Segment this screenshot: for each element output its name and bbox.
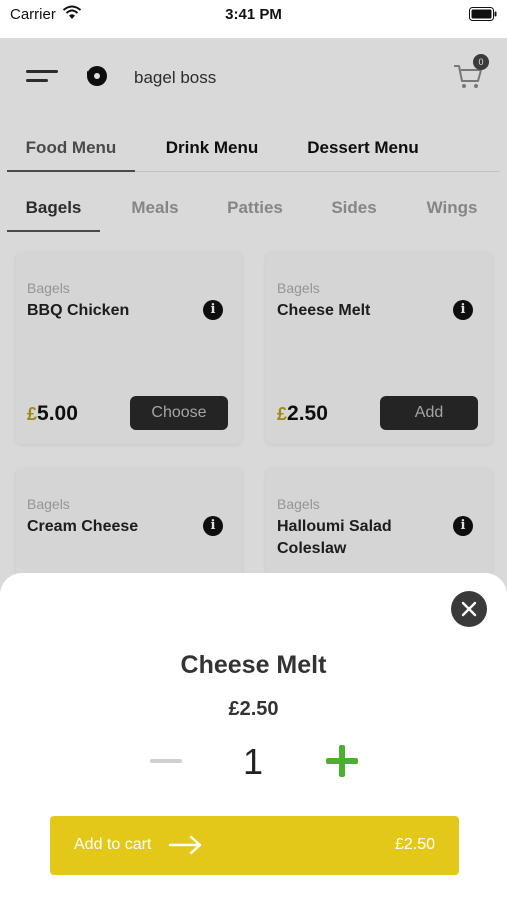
quantity-value: 1 xyxy=(242,741,264,782)
arrow-right-icon xyxy=(168,834,204,861)
sheet-item-title: Cheese Melt xyxy=(180,651,327,679)
quantity-increase-button[interactable] xyxy=(326,745,358,777)
add-to-cart-label: Add to cart xyxy=(74,836,152,853)
add-to-cart-button[interactable]: Add to cart £2.50 xyxy=(50,816,459,875)
quantity-decrease-button[interactable] xyxy=(150,759,182,763)
add-item-sheet: Cheese Melt £2.50 1 Add to cart £2.50 xyxy=(0,573,507,900)
status-time: 3:41 PM xyxy=(225,6,282,23)
status-bar: Carrier 3:41 PM xyxy=(0,0,507,38)
add-to-cart-total: £2.50 xyxy=(394,836,435,853)
close-button[interactable] xyxy=(451,591,487,627)
sheet-item-price: £2.50 xyxy=(228,698,279,720)
close-icon xyxy=(461,601,477,617)
battery-icon xyxy=(469,7,497,26)
